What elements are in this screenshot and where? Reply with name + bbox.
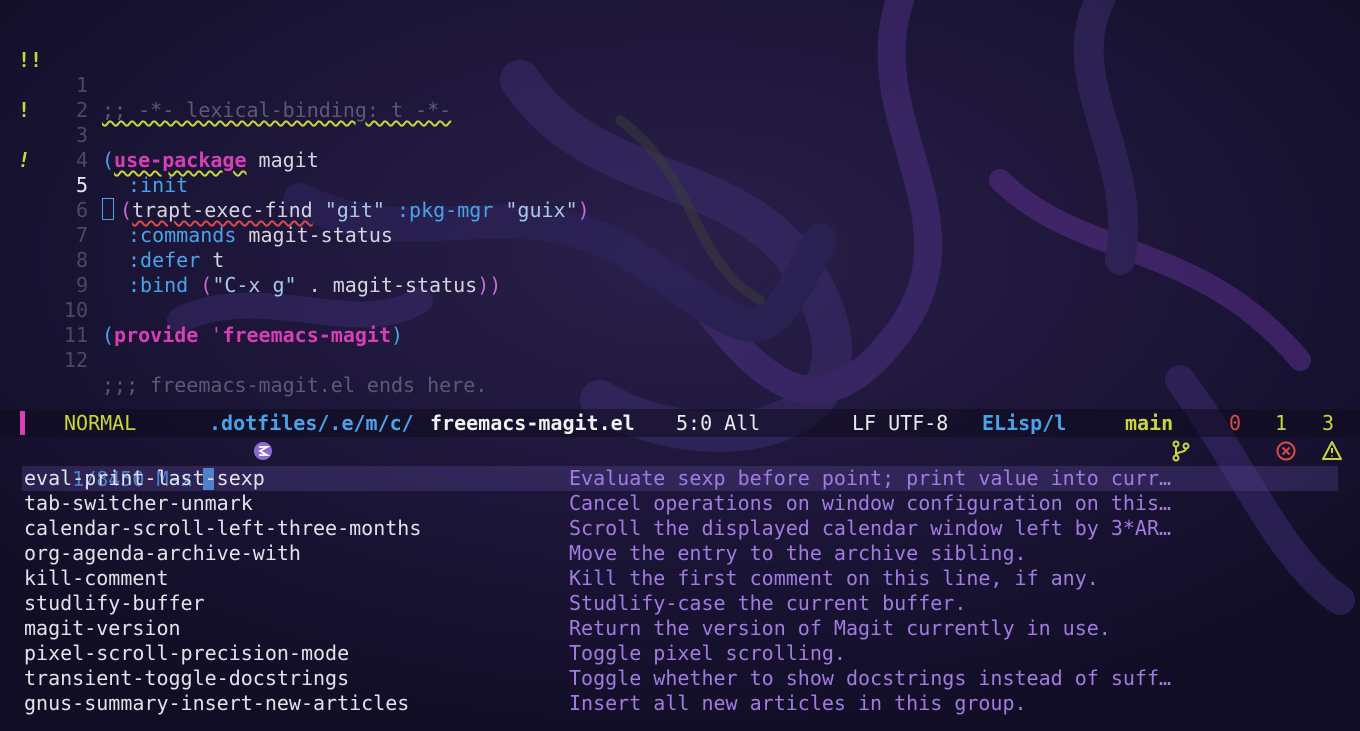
evil-state-label: NORMAL [64, 411, 137, 435]
command-docstring: Move the entry to the archive sibling. [569, 541, 1027, 565]
quote-mark: ' [198, 323, 223, 347]
command-docstring: Kill the first comment on this line, if … [569, 566, 1099, 590]
line-number: 10 [63, 298, 88, 322]
keyword: use-package [114, 148, 247, 172]
command-name: magit-version [24, 616, 181, 640]
comment-text: ;;; freemacs-magit.el ends here. [102, 373, 488, 397]
function-name: trapt-exec-find [132, 198, 313, 222]
code-line[interactable]: 11 [0, 298, 88, 347]
command-name: tab-switcher-unmark [24, 491, 253, 515]
command-docstring: Evaluate sexp before point; print value … [569, 466, 1172, 490]
command-name: transient-toggle-docstrings [24, 666, 350, 690]
mode-line[interactable]: NORMAL .dotfiles/.e/m/c/ freemacs-magit.… [0, 409, 1360, 462]
paren: )) [477, 273, 502, 297]
line-number: 11 [63, 323, 88, 347]
paren: ) [391, 323, 404, 347]
completion-candidate[interactable]: kill-comment Kill the first comment on th… [22, 566, 1338, 591]
line-number: 12 [63, 348, 88, 372]
code-line[interactable]: 6 :commands magit-status [0, 173, 393, 247]
command-name: kill-comment [24, 566, 169, 590]
command-docstring: Scroll the displayed calendar window lef… [569, 516, 1172, 540]
command-docstring: Toggle whether to show docstrings instea… [569, 666, 1172, 690]
keyword-arg: :defer [128, 248, 201, 272]
code-line[interactable]: 2 [0, 73, 88, 122]
buffer-path[interactable]: .dotfiles/.e/m/c/ [209, 409, 414, 437]
line-number: 7 [75, 223, 88, 247]
code-line-current[interactable]: 5 (trapt-exec-find "git" :pkg-mgr "guix"… [0, 148, 590, 222]
code-line[interactable]: 9 [0, 248, 88, 297]
command-name: calendar-scroll-left-three-months [24, 516, 422, 540]
completion-candidate[interactable]: pixel-scroll-precision-mode Toggle pixel … [22, 641, 1338, 666]
completion-candidate[interactable]: magit-version Return the version of Magit… [22, 616, 1338, 641]
command-name: gnus-summary-insert-new-articles [24, 691, 410, 715]
command-name: eval-print-last-sexp [24, 466, 265, 490]
string: "git" [324, 198, 385, 222]
completion-candidate[interactable]: gnus-summary-insert-new-articles Insert a… [22, 691, 1338, 716]
paren: ( [102, 148, 115, 172]
paren: ( [102, 323, 115, 347]
command-docstring: Return the version of Magit currently in… [569, 616, 1111, 640]
keyword-arg: :bind [128, 273, 189, 297]
editor-window[interactable]: !! ! ! 1 ;; -*- lexical-binding: t -*- 2… [0, 0, 1360, 731]
code-line[interactable]: 8 :bind ("C-x g" . magit-status)) [0, 223, 501, 297]
minibuffer-prompt[interactable]: 1/8450 M-x [24, 440, 214, 491]
line-number: 4 [75, 148, 88, 172]
line-number: 2 [75, 98, 88, 122]
paren: ( [120, 198, 133, 222]
completion-candidate[interactable]: tab-switcher-unmark Cancel operations on … [22, 491, 1338, 516]
command-docstring: Studlify-case the current buffer. [569, 591, 967, 615]
string: "C-x g" [212, 273, 297, 297]
symbol: magit-status [236, 223, 393, 247]
completion-candidate[interactable]: calendar-scroll-left-three-months Scroll … [22, 516, 1338, 541]
symbol: . magit-status [296, 273, 478, 297]
symbol: t [200, 248, 225, 272]
string: "guix" [505, 198, 578, 222]
line-number: 6 [75, 198, 88, 222]
command-docstring: Cancel operations on window configuratio… [569, 491, 1172, 515]
code-line[interactable]: 4 :init [0, 123, 188, 197]
line-number: 1 [75, 73, 88, 97]
keyword-arg: :pkg-mgr [396, 198, 494, 222]
symbol: freemacs-magit [222, 323, 392, 347]
warning-count[interactable]: 1 [1275, 409, 1287, 437]
code-line[interactable]: 12 ;;; freemacs-magit.el ends here. [0, 323, 487, 397]
git-branch[interactable]: main [1125, 409, 1173, 437]
paren: ) [577, 198, 590, 222]
code-line[interactable]: 1 ;; -*- lexical-binding: t -*- [0, 48, 451, 122]
buffer-name[interactable]: freemacs-magit.el [430, 409, 635, 437]
symbol: magit [246, 148, 319, 172]
file-encoding[interactable]: LF UTF-8 [852, 409, 948, 437]
completion-candidate[interactable]: studlify-buffer Studlify-case the current… [22, 591, 1338, 616]
major-mode[interactable]: ELisp/l [982, 409, 1066, 437]
comment-text: ;; -*- lexical-binding: t -*- [102, 98, 452, 122]
line-number: 8 [75, 248, 88, 272]
info-count[interactable]: 3 [1322, 409, 1334, 437]
line-number: 3 [75, 123, 88, 147]
command-docstring: Toggle pixel scrolling. [569, 641, 846, 665]
command-docstring: Insert all new articles in this group. [569, 691, 1027, 715]
code-line[interactable]: 7 :defer t [0, 198, 224, 272]
command-name: pixel-scroll-precision-mode [24, 641, 350, 665]
mode-line-accent-bar [20, 411, 25, 435]
completion-candidate[interactable]: org-agenda-archive-with Move the entry to… [22, 541, 1338, 566]
command-name: org-agenda-archive-with [24, 541, 301, 565]
keyword-arg: :init [128, 173, 189, 197]
text-cursor [102, 198, 114, 220]
error-count[interactable]: 0 [1229, 409, 1241, 437]
code-line[interactable]: 10 (provide 'freemacs-magit) [0, 273, 403, 347]
keyword-arg: :commands [128, 223, 237, 247]
command-name: studlify-buffer [24, 591, 205, 615]
keyword: provide [114, 323, 199, 347]
completion-candidate[interactable]: transient-toggle-docstrings Toggle whethe… [22, 666, 1338, 691]
line-number: 9 [75, 273, 88, 297]
paren: ( [200, 273, 213, 297]
cursor-position: 5:0 All [676, 411, 761, 435]
code-line[interactable]: 3 (use-package magit [0, 98, 319, 172]
completion-candidate-selected[interactable]: eval-print-last-sexp Evaluate sexp before… [22, 466, 1338, 491]
line-number-current: 5 [75, 173, 88, 197]
